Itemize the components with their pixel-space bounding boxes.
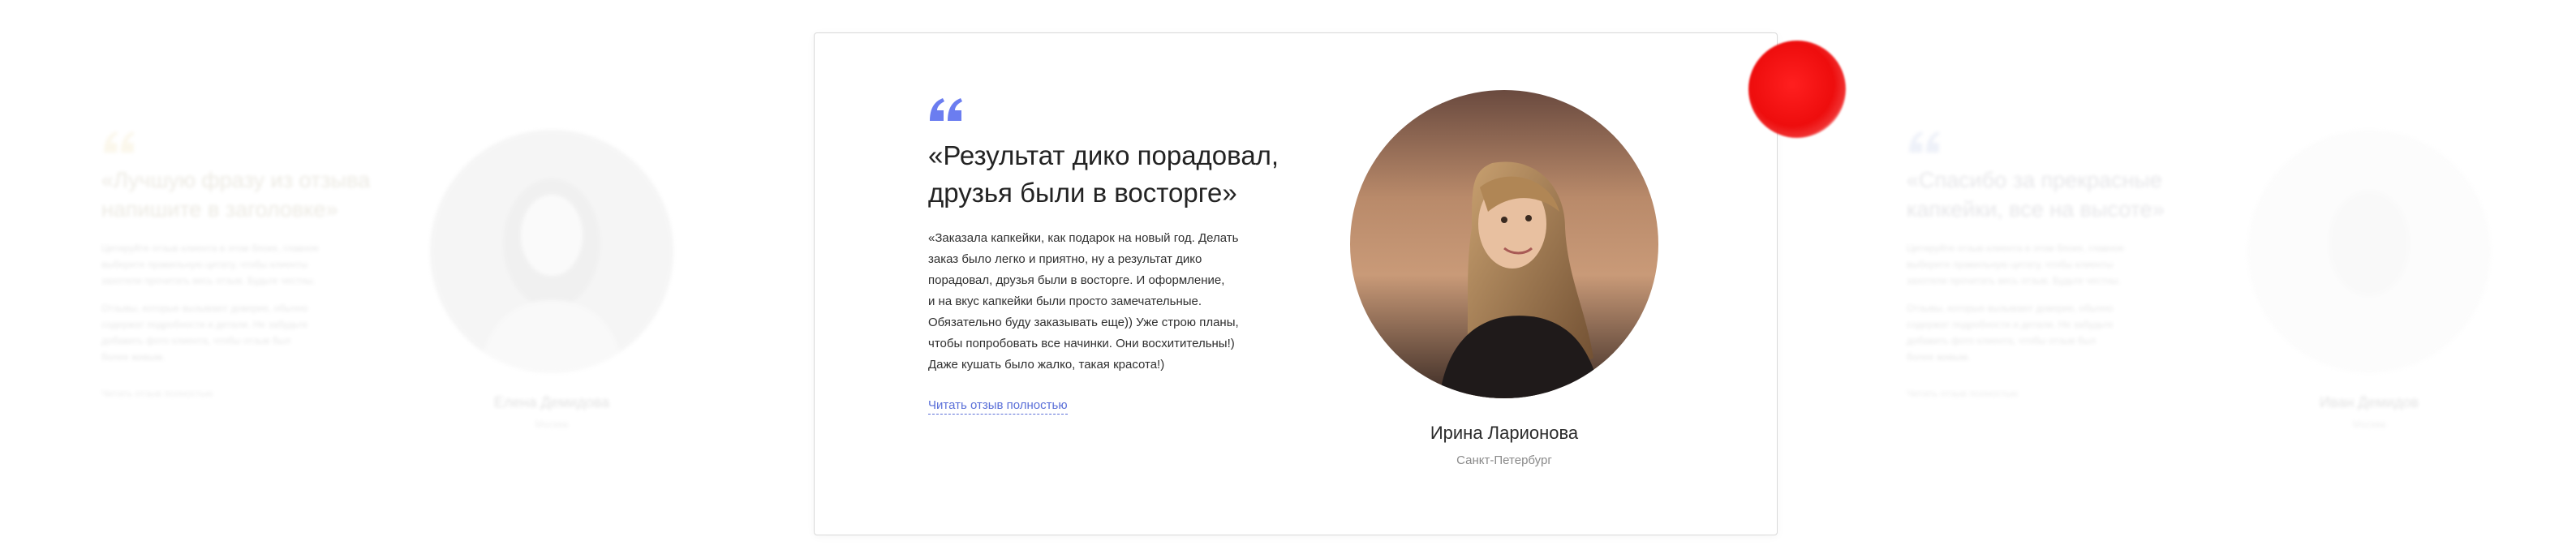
testimonial-body-line: захотели прочитать весь отзыв. Будьте че… <box>101 275 316 286</box>
quote-icon <box>930 98 962 121</box>
testimonial-headline: «Результат дико порадовал, друзья были в… <box>928 140 1279 208</box>
testimonial-slide-next[interactable]: «Спасибо за прекрасные капкейки, все на … <box>1842 0 2576 550</box>
testimonial-headline: «Спасибо за прекрасные капкейки, все на … <box>1907 168 2165 221</box>
reviewer-city: Москва <box>535 419 569 430</box>
testimonial-body-line: Обязательно буду заказывать еще)) Уже ст… <box>928 316 1239 329</box>
testimonial-body-line: захотели прочитать весь отзыв. Будьте че… <box>1907 275 2121 286</box>
testimonial-body-line: чтобы попробовать все начинки. Они восхи… <box>928 337 1235 350</box>
testimonial-slide-previous[interactable]: «Лучшую фразу из отзыва напишите в загол… <box>0 0 779 550</box>
avatar-photo <box>2247 130 2491 373</box>
testimonial-body-line: более живым. <box>101 351 166 363</box>
avatar <box>1350 90 1658 398</box>
testimonial-body-line: выберите правильную цитату, чтобы клиент… <box>101 259 308 270</box>
reviewer-city: Санкт-Петербург <box>1456 453 1552 467</box>
testimonial-body-line: более живым. <box>1907 351 1971 363</box>
testimonial-body-line: выберите правильную цитату, чтобы клиент… <box>1907 259 2114 270</box>
reviewer-city: Москва <box>2352 419 2386 430</box>
testimonial-body-line: порадовал, друзья были в восторге. И офо… <box>928 273 1225 287</box>
decorative-blob <box>1748 41 1846 138</box>
quote-icon <box>1909 131 1940 153</box>
reviewer-name: Елена Демидова <box>494 394 609 410</box>
testimonial-body-line: и на вкус капкейки были просто замечател… <box>928 294 1202 308</box>
testimonial-body: Цитируйте отзыв клиента в этом блоке, гл… <box>101 240 377 365</box>
read-full-review-link[interactable]: Читать отзыв полностью <box>928 398 1068 415</box>
avatar <box>430 130 673 373</box>
avatar-photo <box>430 130 673 373</box>
testimonial-body: Цитируйте отзыв клиента в этом блоке, гл… <box>1907 240 2183 365</box>
testimonial-body-line: Даже кушать было жалко, такая красота!) <box>928 358 1165 372</box>
testimonial-body-line: Цитируйте отзыв клиента в этом блоке, гл… <box>101 243 320 254</box>
testimonial-body-line: Отзывы, которые вызывают доверие, обычно <box>1907 303 2114 314</box>
quote-icon <box>104 131 135 153</box>
avatar <box>2247 130 2491 373</box>
read-full-review-link[interactable]: Читать отзыв полностью <box>101 388 213 399</box>
testimonial-body-line: содержат подробности и детали. Не забудь… <box>101 319 308 330</box>
avatar-photo <box>1350 90 1658 398</box>
reviewer-name: Иван Демидов <box>2320 394 2419 410</box>
testimonial-body-line: «Заказала капкейки, как подарок на новый… <box>928 231 1239 245</box>
testimonial-body-line: добавить фото клиента, чтобы отзыв был <box>1907 335 2096 346</box>
testimonial-body: «Заказала капкейки, как подарок на новый… <box>928 228 1285 376</box>
testimonial-body-line: Отзывы, которые вызывают доверие, обычно <box>101 303 308 314</box>
testimonial-card-active: «Результат дико порадовал, друзья были в… <box>814 32 1778 535</box>
testimonial-body-line: Цитируйте отзыв клиента в этом блоке, гл… <box>1907 243 2125 254</box>
testimonial-body-line: содержат подробности и детали. Не забудь… <box>1907 319 2114 330</box>
testimonial-body-line: добавить фото клиента, чтобы отзыв был <box>101 335 291 346</box>
read-full-review-link[interactable]: Читать отзыв полностью <box>1907 388 2018 399</box>
testimonial-headline: «Лучшую фразу из отзыва напишите в загол… <box>101 168 371 221</box>
testimonial-body-line: заказ было легко и приятно, ну а результ… <box>928 252 1202 266</box>
reviewer-name: Ирина Ларионова <box>1430 423 1579 443</box>
